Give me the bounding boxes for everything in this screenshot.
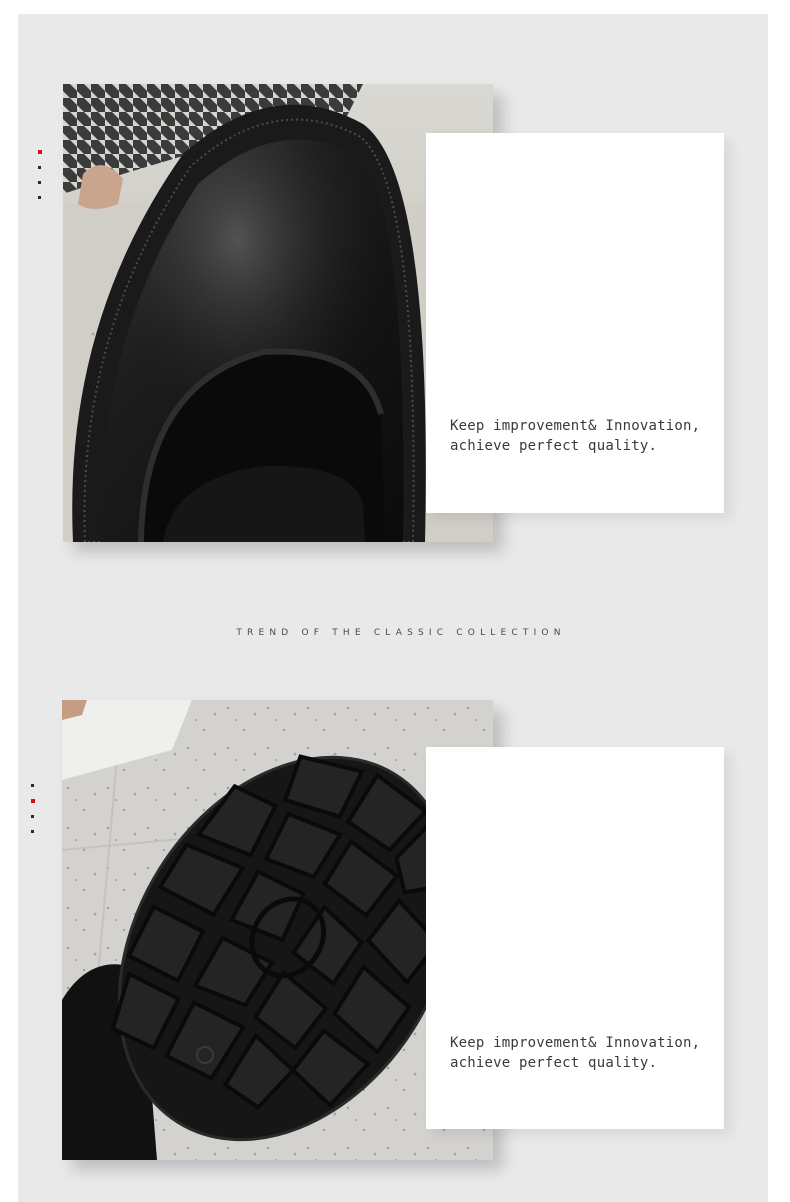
indicator-dot <box>38 181 41 184</box>
caption-card: Keep improvement& Innovation, achieve pe… <box>426 747 724 1129</box>
caption-line-1: Keep improvement& Innovation, <box>450 418 701 434</box>
indicator-dot <box>31 830 34 833</box>
indicator-dot <box>31 815 34 818</box>
indicator-dot <box>38 166 41 169</box>
indicator-dot-active <box>38 150 42 154</box>
caption-card: Keep improvement& Innovation, achieve pe… <box>426 133 724 513</box>
caption-text: Keep improvement& Innovation, achieve pe… <box>450 416 720 456</box>
caption-line-2: achieve perfect quality. <box>450 1055 658 1071</box>
caption-line-1: Keep improvement& Innovation, <box>450 1035 701 1051</box>
collection-tagline: TREND OF THE CLASSIC COLLECTION <box>236 628 566 638</box>
caption-text: Keep improvement& Innovation, achieve pe… <box>450 1033 720 1073</box>
indicator-dot <box>38 196 41 199</box>
caption-line-2: achieve perfect quality. <box>450 438 658 454</box>
indicator-dot-active <box>31 799 35 803</box>
page-indicator-dots <box>31 784 35 845</box>
indicator-dot <box>31 784 34 787</box>
page-indicator-dots <box>38 150 42 211</box>
